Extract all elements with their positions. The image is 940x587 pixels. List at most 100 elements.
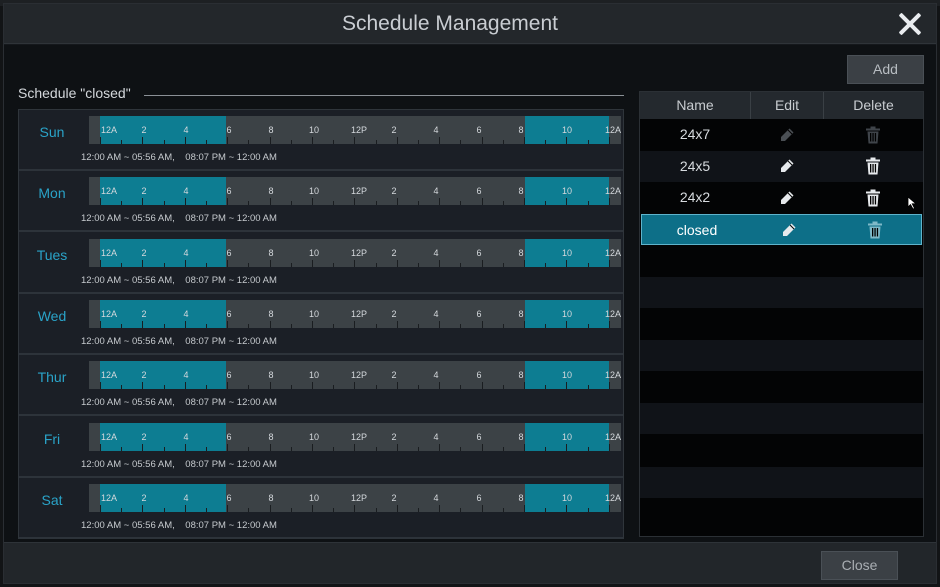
hour-tick: [545, 446, 547, 451]
time-bar[interactable]: 12A 2 4 6 8 10 12P 2 4 6 8 10 12A: [89, 361, 621, 390]
hour-label: 6: [476, 125, 482, 135]
hour-label: 2: [391, 370, 397, 381]
time-bar[interactable]: 12A 2 4 6 8 10 12P 2 4 6 8 10 12A: [89, 116, 621, 144]
hour-label: 10: [308, 308, 320, 319]
schedule-list: Name Edit Delete 24x7 24x5 24x2 closed: [639, 91, 924, 537]
hour-tick: [290, 140, 292, 144]
hour-tick: [418, 140, 419, 144]
hour-tick: [333, 385, 335, 390]
time-bar[interactable]: 12A 2 4 6 8 10 12P 2 4 6 8 10 12A: [89, 422, 621, 451]
schedule-list-header: Name Edit Delete: [640, 92, 923, 119]
time-bar[interactable]: 12A 2 4 6 8 10 12P 2 4 6 8 10 12A: [89, 238, 622, 267]
list-item[interactable]: 24x2: [640, 182, 923, 213]
hour-tick: [502, 323, 504, 328]
day-row-mon: Mon 12A 2 4 6 8 10 12P 2 4 6 8 10 12A 12:00 AM ~ 05:56…: [19, 171, 623, 233]
hour-label: 10: [308, 492, 320, 503]
delete-button[interactable]: [823, 151, 923, 182]
trash-icon: [866, 189, 880, 207]
list-item[interactable]: 24x7: [640, 119, 923, 150]
add-button[interactable]: Add: [847, 55, 924, 84]
hour-tick: [269, 137, 271, 144]
hour-label: 10: [308, 186, 320, 197]
hour-tick: [248, 446, 250, 451]
hour-label: 8: [268, 125, 274, 135]
hour-tick: [608, 259, 610, 267]
time-range-text: 12:00 AM ~ 05:56 AM, 08:07 PM ~ 12:00 AM: [81, 335, 277, 347]
hour-tick: [587, 140, 589, 144]
hour-label: 6: [476, 492, 482, 503]
hour-tick: [290, 323, 292, 328]
hour-tick: [524, 382, 525, 390]
hour-tick: [439, 504, 441, 512]
hour-label: 4: [183, 186, 189, 197]
hour-tick: [566, 382, 568, 390]
hour-tick: [312, 198, 313, 206]
hour-label: 4: [433, 308, 439, 319]
hour-tick: [142, 443, 144, 451]
hour-label: 10: [561, 431, 573, 442]
hour-label: 12A: [604, 247, 622, 258]
hour-label: 2: [141, 431, 147, 442]
hour-tick: [100, 198, 101, 206]
hour-tick: [184, 382, 186, 390]
day-label: Wed: [37, 307, 67, 324]
delete-button[interactable]: [823, 119, 923, 150]
hour-tick: [269, 198, 271, 206]
hour-tick: [375, 140, 377, 144]
hour-label: 2: [141, 492, 147, 503]
hour-tick: [354, 320, 356, 328]
time-bar[interactable]: 12A 2 4 6 8 10 12P 2 4 6 8 10 12A: [89, 299, 621, 328]
edit-button[interactable]: [750, 119, 823, 150]
hour-label: 2: [391, 308, 397, 319]
day-label: Mon: [38, 185, 66, 202]
list-item[interactable]: closed: [641, 213, 925, 246]
hour-tick: [439, 137, 441, 144]
hour-tick: [502, 385, 504, 390]
hour-tick: [269, 443, 271, 451]
hour-tick: [100, 504, 101, 512]
hour-label: 12A: [100, 492, 118, 503]
hour-tick: [142, 259, 144, 267]
time-bar[interactable]: 12A 2 4 6 8 10 12P 2 4 6 8 10 12A: [89, 177, 621, 206]
hour-label: 8: [268, 308, 274, 319]
time-range-text: 12:00 AM ~ 05:56 AM, 08:07 PM ~ 12:00 AM: [81, 519, 277, 531]
hour-tick: [206, 323, 207, 328]
hour-label: 4: [433, 125, 439, 135]
hour-tick: [227, 320, 229, 328]
time-range-text: 12:00 AM ~ 05:56 AM, 08:07 PM ~ 12:00 AM: [81, 397, 277, 409]
time-bar[interactable]: 12A 2 4 6 8 10 12P 2 4 6 8 10 12A: [89, 483, 621, 512]
hour-label: 6: [226, 370, 232, 381]
hour-tick: [608, 443, 610, 451]
delete-button[interactable]: [825, 215, 925, 246]
edit-button[interactable]: [752, 215, 825, 246]
hour-tick: [608, 504, 610, 512]
trash-icon: [868, 221, 882, 239]
hour-tick: [290, 385, 292, 390]
list-item[interactable]: 24x5: [640, 150, 923, 182]
hour-tick: [587, 507, 589, 512]
hour-tick: [248, 140, 250, 144]
section-divider: [144, 95, 624, 96]
hour-tick: [121, 140, 123, 144]
hour-tick: [587, 323, 589, 328]
edit-button[interactable]: [750, 151, 823, 182]
hour-label: 10: [561, 370, 573, 381]
hour-label: 10: [561, 125, 573, 135]
hour-tick: [396, 320, 398, 328]
hour-tick: [439, 259, 441, 267]
hour-tick: [100, 320, 101, 328]
hour-label: 10: [308, 247, 320, 258]
hour-tick: [312, 137, 313, 144]
hour-tick: [248, 262, 250, 267]
hour-tick: [418, 385, 419, 390]
dialog-titlebar: Schedule Management: [4, 4, 936, 44]
hour-label: 10: [308, 125, 320, 135]
edit-button[interactable]: [750, 182, 823, 213]
day-row-sat: Sat 12A 2 4 6 8 10 12P 2 4 6 8 10 12A 12:00 AM ~ 05:56…: [19, 478, 623, 539]
hour-label: 6: [226, 492, 232, 503]
hour-tick: [142, 382, 144, 390]
empty-list-row: [640, 435, 923, 466]
hour-tick: [163, 201, 165, 206]
close-button[interactable]: Close: [821, 551, 898, 580]
close-icon[interactable]: [896, 10, 924, 38]
